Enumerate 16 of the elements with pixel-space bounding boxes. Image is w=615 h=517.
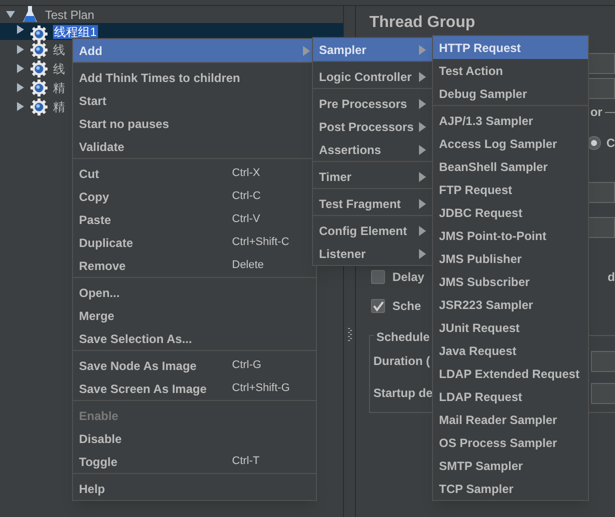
panel-title: Thread Group [369, 15, 476, 33]
checkbox-label: d [608, 269, 615, 286]
group-label: or [590, 104, 602, 121]
shortcut-label: Ctrl+Shift-C [232, 235, 290, 250]
shortcut-label: Ctrl+Shift-G [232, 381, 291, 396]
shortcut-label: Ctrl-G [232, 358, 262, 374]
checkbox-label: Delay [392, 269, 424, 286]
shortcut-label: Ctrl-T [232, 454, 260, 470]
radio-label: C [606, 135, 615, 152]
shortcut-label: Delete [232, 258, 265, 274]
field-label: Duration ( [373, 353, 430, 370]
shortcut-label: Ctrl-C [232, 189, 262, 204]
field-label: Startup de [373, 385, 433, 402]
checkbox-label: Sche [392, 298, 422, 315]
shortcut-label: Ctrl-V [232, 212, 262, 228]
shortcut-label: Ctrl-X [232, 166, 262, 182]
